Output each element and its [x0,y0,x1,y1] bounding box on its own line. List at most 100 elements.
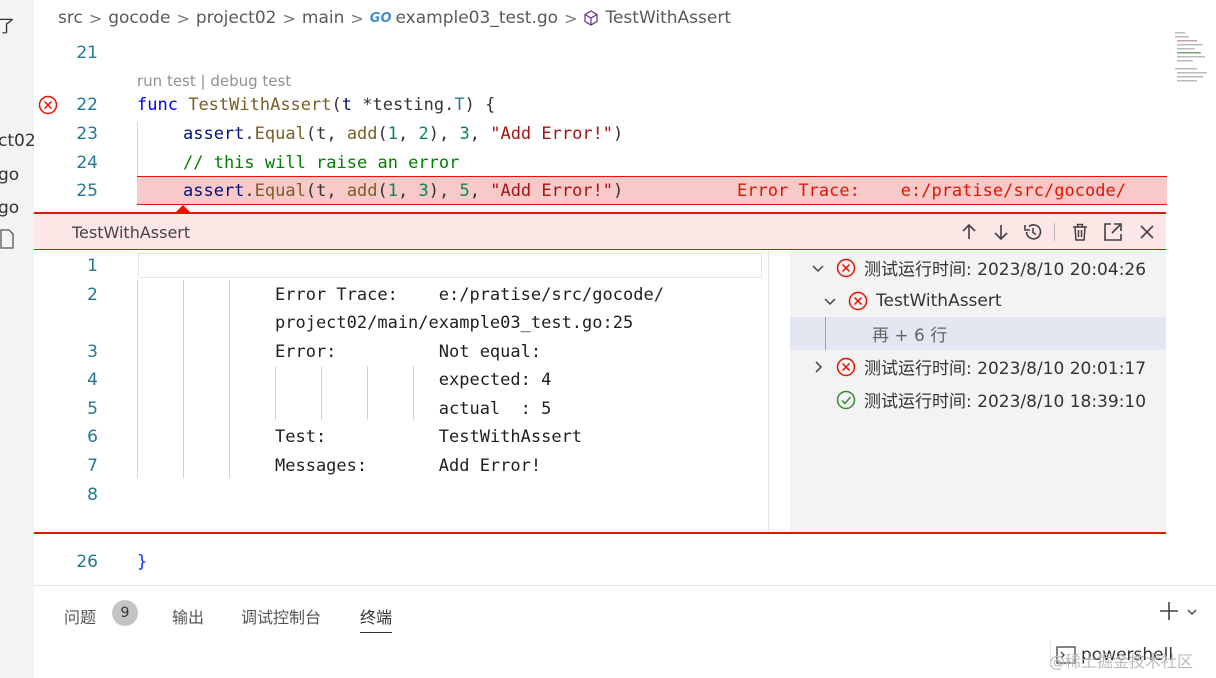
message-line-number: 8 [87,485,98,505]
failed-icon [848,291,868,310]
code-token: add [346,124,378,144]
code-token: ) [613,124,624,144]
indent-guide [137,280,138,478]
code-token: (t, [305,124,347,144]
problem-count-badge: 9 [112,600,138,626]
keyword-func: func [137,95,178,115]
symbol-method-icon [584,10,599,26]
line-number: 25 [76,181,98,201]
chevron-down-icon[interactable] [1186,606,1198,618]
peek-splitter[interactable] [768,250,769,532]
tab-terminal[interactable]: 终端 [360,604,393,633]
tree-item-test[interactable]: TestWithAssert [790,284,1166,317]
explorer-row[interactable]: 了 [0,12,15,37]
open-external-icon[interactable] [1102,221,1124,243]
message-line: Messages: Add Error! [275,456,542,476]
code-token: 1 [387,181,399,201]
tab-debug-console[interactable]: 调试控制台 [241,604,321,628]
explorer-row[interactable]: ct02 [0,131,34,151]
message-line-number: 5 [87,399,98,419]
breadcrumb-item-project02[interactable]: project02 [196,8,277,28]
explorer-strip: 了 ct02 go go [0,0,34,678]
indent-guide [183,280,184,478]
chevron-down-icon[interactable] [822,293,838,309]
line-number: 26 [76,552,98,572]
code-token: (t, [305,181,347,201]
function-name: TestWithAssert [188,95,332,115]
file-icon [0,229,14,249]
inline-error-message: Error Trace: e:/pratise/src/gocode/ [737,181,1126,201]
code-token: add [346,181,378,201]
line-number: 21 [76,43,98,63]
tree-item-label: 测试运行时间: 2023/8/10 18:39:10 [864,392,1147,412]
indent-guide [229,280,230,478]
breadcrumb-item-main[interactable]: main [302,8,344,28]
message-line-number: 6 [87,427,98,447]
tree-item-more[interactable]: 再 + 6 行 [790,317,1166,350]
tree-item-run[interactable]: 测试运行时间: 2023/8/10 18:39:10 [790,383,1166,416]
add-terminal-icon[interactable] [1158,600,1180,622]
code-token: "Add Error!" [490,124,614,144]
code-token: assert [183,124,245,144]
test-message-editor[interactable]: 1 2 Error Trace: e:/pratise/src/gocode/ … [34,250,790,532]
trash-icon[interactable] [1069,221,1091,243]
chevron-right-icon[interactable] [810,359,826,375]
history-icon[interactable] [1022,221,1044,243]
close-icon[interactable] [1136,221,1158,243]
code-line-24[interactable]: // this will raise an error [183,153,459,173]
param-name: t [341,95,352,115]
param-type: T [454,95,465,115]
message-line: expected: 4 [275,370,552,390]
tab-output[interactable]: 输出 [172,604,204,628]
code-line-26[interactable]: } [137,552,147,572]
chevron-right-icon: > [282,8,296,28]
breadcrumb-item-file[interactable]: example03_test.go [396,8,559,28]
message-line-number: 4 [87,370,98,390]
current-line-box [138,253,762,278]
tree-indent-guide [825,317,826,350]
code-token: "Add Error!" [490,181,614,201]
arrow-up-icon[interactable] [958,221,980,243]
failed-icon [836,258,856,277]
message-line-number: 2 [87,285,98,305]
message-line-number: 1 [87,256,98,276]
codelens-run-debug[interactable]: run test | debug test [137,72,291,90]
message-line: Error: Not equal: [275,342,542,362]
bottom-panel: 问题 9 输出 调试控制台 终端 powershell [34,585,1216,678]
message-line-number: 3 [87,342,98,362]
error-glyph-icon[interactable] [38,95,58,115]
explorer-row[interactable]: go [0,165,19,185]
breadcrumb: src > gocode > project02 > main > GO exa… [34,0,1174,36]
code-line-23[interactable]: assert.Equal(t, add(1, 2), 3, "Add Error… [183,124,623,144]
code-line-22[interactable]: func TestWithAssert(t *testing.T) { [137,95,495,115]
arrow-down-icon[interactable] [990,221,1012,243]
code-tail: ) { [464,95,496,115]
code-token: 2 [418,124,429,144]
failed-icon [836,357,856,376]
toolbar-divider [1054,223,1055,241]
param-type-prefix: *testing. [362,95,455,115]
line-number: 23 [76,124,98,144]
code-token: 3 [459,124,470,144]
code-token: 1 [387,124,399,144]
code-token: 3 [418,181,429,201]
chevron-right-icon: > [176,8,190,28]
passed-icon [836,390,856,409]
code-token: 5 [459,181,470,201]
tree-item-label: TestWithAssert [876,290,1002,311]
chevron-right-icon: > [88,8,103,28]
breadcrumb-item-symbol[interactable]: TestWithAssert [605,8,731,28]
breadcrumb-item-gocode[interactable]: gocode [108,8,170,28]
tab-problems[interactable]: 问题 [64,604,96,628]
tree-item-label: 测试运行时间: 2023/8/10 20:04:26 [864,260,1147,280]
message-line: project02/main/example03_test.go:25 [275,313,634,333]
tree-item-label: 再 + 6 行 [872,326,948,346]
chevron-down-icon[interactable] [810,260,826,276]
tree-item-run[interactable]: 测试运行时间: 2023/8/10 20:01:17 [790,350,1166,383]
breadcrumb-item-src[interactable]: src [58,8,83,28]
code-line-25[interactable]: assert.Equal(t, add(1, 3), 5, "Add Error… [183,181,623,201]
tree-item-run[interactable]: 测试运行时间: 2023/8/10 20:04:26 [790,251,1166,284]
minimap[interactable] [1173,30,1216,90]
explorer-row[interactable]: go [0,198,19,218]
watermark: @稀土掘金技术社区 [1049,652,1194,671]
